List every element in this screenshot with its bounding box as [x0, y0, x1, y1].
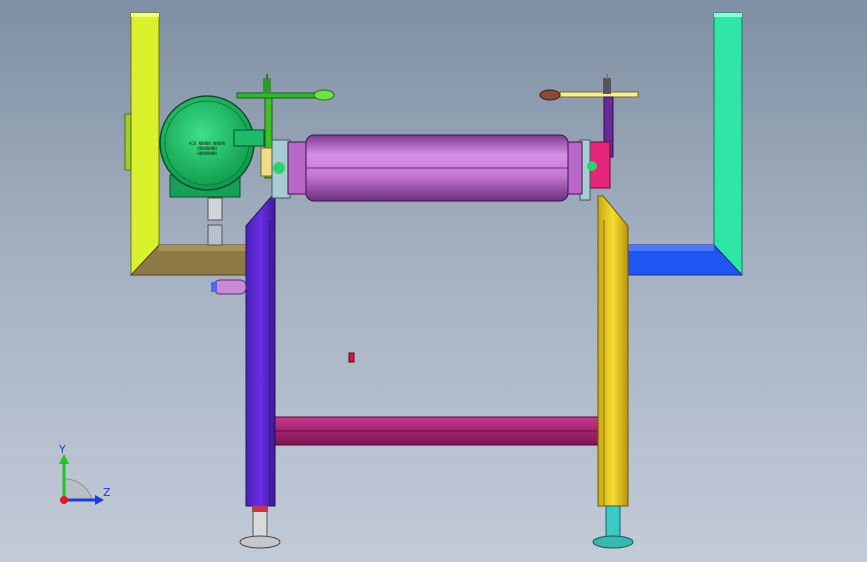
orientation-triad[interactable] — [59, 454, 104, 505]
left-leg[interactable] — [239, 195, 281, 549]
cad-viewport[interactable]: AC0 NNNNN NNNNN NNNNNNNN NNNNNNNN Y Z — [0, 0, 867, 562]
roller[interactable] — [287, 134, 583, 202]
right-frame[interactable] — [619, 12, 744, 276]
cross-beam[interactable] — [271, 416, 603, 446]
triad-z-label: Z — [103, 486, 111, 499]
marker-point[interactable] — [348, 352, 355, 363]
assembly-model[interactable] — [0, 0, 867, 562]
nameplate-line: NNNNNNNN — [197, 151, 217, 156]
motor-nameplate: AC0 NNNNN NNNNN NNNNNNNN NNNNNNNN — [177, 141, 237, 156]
triad-origin — [60, 496, 68, 504]
right-leg[interactable] — [592, 195, 634, 549]
triad-y-label: Y — [59, 443, 66, 456]
